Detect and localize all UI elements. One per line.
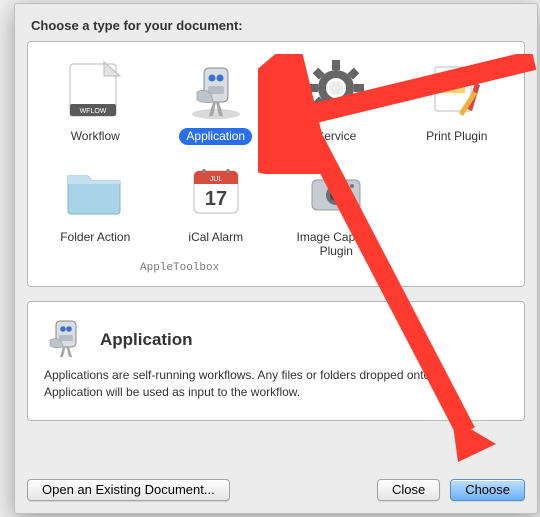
- type-chooser-sheet: Choose a type for your document: WFLOW W…: [14, 3, 538, 514]
- type-folder-action[interactable]: Folder Action: [40, 155, 151, 260]
- description-panel: Application Applications are self-runnin…: [27, 301, 525, 421]
- type-service[interactable]: Service: [281, 54, 392, 145]
- watermark-text: AppleToolbox: [140, 262, 512, 274]
- open-existing-button[interactable]: Open an Existing Document...: [27, 479, 230, 501]
- prompt-label: Choose a type for your document:: [31, 18, 521, 33]
- type-workflow[interactable]: WFLOW Workflow: [40, 54, 151, 145]
- type-grid-panel: WFLOW Workflow: [27, 41, 525, 287]
- gear-icon: [301, 56, 371, 124]
- type-label: Folder Action: [53, 229, 137, 246]
- type-label: Image Capture Plugin: [286, 229, 386, 260]
- type-application[interactable]: Application: [161, 54, 272, 145]
- print-plugin-icon: [422, 56, 492, 124]
- type-grid: WFLOW Workflow: [40, 54, 512, 260]
- button-bar: Open an Existing Document... Close Choos…: [27, 467, 525, 501]
- svg-text:17: 17: [205, 188, 227, 210]
- close-button[interactable]: Close: [377, 479, 440, 501]
- type-label: iCal Alarm: [181, 229, 250, 246]
- automator-app-icon: [181, 56, 251, 124]
- svg-text:JUL: JUL: [210, 176, 223, 183]
- type-ical-alarm[interactable]: JUL 17 iCal Alarm: [161, 155, 272, 260]
- type-label: Application: [179, 128, 252, 145]
- type-print-plugin[interactable]: Print Plugin: [402, 54, 513, 145]
- workflow-icon: WFLOW: [60, 56, 130, 124]
- automator-app-icon: [44, 316, 88, 363]
- folder-icon: [60, 157, 130, 225]
- description-text: Applications are self-running workflows.…: [44, 367, 508, 402]
- type-label: Service: [309, 128, 363, 145]
- type-label: Workflow: [64, 128, 127, 145]
- camera-icon: [301, 157, 371, 225]
- type-label: Print Plugin: [419, 128, 494, 145]
- type-image-capture-plugin[interactable]: Image Capture Plugin: [281, 155, 392, 260]
- ical-icon: JUL 17: [181, 157, 251, 225]
- description-title: Application: [100, 330, 193, 350]
- choose-button[interactable]: Choose: [450, 479, 525, 501]
- svg-text:WFLOW: WFLOW: [80, 108, 107, 115]
